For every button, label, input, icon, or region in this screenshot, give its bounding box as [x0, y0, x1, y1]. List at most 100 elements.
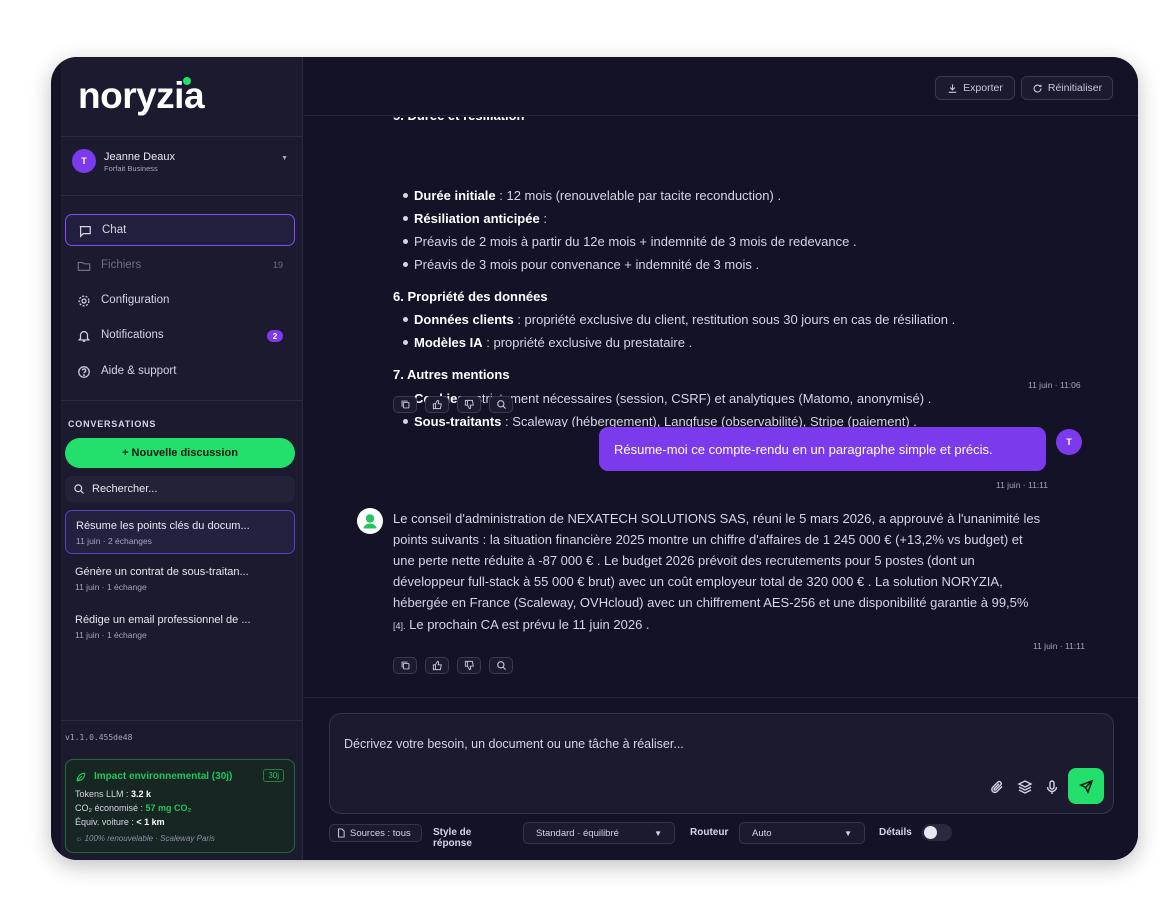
- line-text: Préavis de 3 mois pour convenance + inde…: [414, 257, 760, 272]
- user-message: Résume-moi ce compte-rendu en un paragra…: [599, 427, 1046, 471]
- line-text: : Scaleway (hébergement), Langfuse (obse…: [501, 414, 917, 427]
- paperclip-icon[interactable]: [989, 779, 1005, 795]
- bullet: [403, 216, 408, 221]
- message-timestamp: 11 juin · 11:06: [1028, 380, 1081, 390]
- eco-co2-value: 57 mg CO₂: [145, 803, 192, 813]
- message-line: Préavis de 2 mois à partir du 12e mois +…: [414, 231, 857, 252]
- toggle-knob: [924, 826, 937, 839]
- style-value: Standard · équilibré: [536, 827, 619, 839]
- send-icon: [1078, 779, 1093, 794]
- sidebar-item-configuration[interactable]: Configuration: [65, 285, 295, 317]
- line-key: Sous-traitants: [414, 414, 502, 427]
- dislike-button[interactable]: [457, 396, 481, 413]
- message-line: Données clients : propriété exclusive du…: [414, 309, 955, 330]
- message-line: Durée initiale : 12 mois (renouvelable p…: [414, 185, 781, 206]
- details-toggle[interactable]: [922, 824, 952, 841]
- conversation-item[interactable]: Rédige un email professionnel de ... 11 …: [65, 605, 295, 649]
- copy-button[interactable]: [393, 657, 417, 674]
- conversation-item[interactable]: Génère un contrat de sous-traitan... 11 …: [65, 557, 295, 601]
- bot-icon: [363, 514, 377, 529]
- message-timestamp: 11 juin · 11:11: [1033, 641, 1085, 651]
- dislike-button[interactable]: [457, 657, 481, 674]
- bullet: [403, 193, 408, 198]
- eco-tokens-label: Tokens LLM :: [75, 789, 132, 799]
- bullet: [403, 340, 408, 345]
- conversations-heading: CONVERSATIONS: [68, 419, 157, 429]
- leaf-icon: [76, 772, 86, 782]
- export-label: Exporter: [963, 82, 1003, 94]
- microphone-icon[interactable]: [1044, 779, 1060, 795]
- sidebar-item-notifications[interactable]: Notifications 2: [65, 320, 295, 352]
- chevron-down-icon: ▼: [844, 828, 852, 838]
- sidebar-item-label: Fichiers: [101, 259, 142, 271]
- sidebar-item-files[interactable]: Fichiers 19: [65, 250, 295, 282]
- conversation-item[interactable]: Résume les points clés du docum... 11 ju…: [65, 510, 295, 554]
- line-key: Données clients: [414, 312, 514, 327]
- divider: [61, 136, 303, 137]
- message-line: Préavis de 3 mois pour convenance + inde…: [414, 254, 759, 275]
- message-actions: [393, 396, 513, 413]
- style-select[interactable]: Standard · équilibré ▼: [523, 822, 675, 844]
- notification-badge: 2: [267, 330, 283, 342]
- eco-footer: ☼ 100% renouvelable · Scaleway Paris: [75, 834, 215, 843]
- line-key: Durée initiale: [414, 188, 496, 203]
- bullet: [403, 239, 408, 244]
- document-icon: [338, 828, 345, 838]
- line-text: : propriété exclusive du client, restitu…: [513, 312, 956, 327]
- user-menu[interactable]: T Jeanne Deaux Forfait Business ▼: [72, 149, 292, 175]
- style-label: Style de réponse: [433, 827, 472, 849]
- message-input[interactable]: Décrivez votre besoin, un document ou un…: [329, 713, 1114, 814]
- sidebar-item-label: Configuration: [101, 294, 170, 306]
- eco-co2: CO₂ économisé : 57 mg CO₂: [75, 803, 192, 813]
- message-line: développeur full-stack à 55 000 € brut) …: [393, 574, 1003, 589]
- eco-tokens-value: 3.2 k: [131, 789, 152, 799]
- details-label: Détails: [879, 827, 912, 838]
- conversation-name: Rédige un email professionnel de ...: [75, 614, 251, 626]
- router-value: Auto: [752, 827, 772, 839]
- composer-zone: Décrivez votre besoin, un document ou un…: [304, 697, 1138, 860]
- like-button[interactable]: [425, 396, 449, 413]
- layers-icon[interactable]: [1017, 779, 1033, 795]
- search-placeholder: Rechercher...: [92, 483, 158, 495]
- conversation-name: Résume les points clés du docum...: [76, 520, 250, 532]
- user-name: Jeanne Deaux: [104, 151, 175, 163]
- eco-title: Impact environnemental (30j): [94, 771, 233, 782]
- thumbs-down-icon: [464, 399, 474, 410]
- eco-period-badge: 30j: [263, 769, 284, 782]
- citation-link[interactable]: [4].: [393, 621, 406, 631]
- logo-dot: [183, 77, 191, 85]
- search-input[interactable]: Rechercher...: [65, 476, 295, 502]
- inspect-button[interactable]: [489, 396, 513, 413]
- sidebar-item-label: Chat: [102, 224, 127, 236]
- help-icon: [78, 366, 90, 378]
- inspect-button[interactable]: [489, 657, 513, 674]
- app-version: v1.1.0.455de48: [65, 733, 133, 742]
- message-line: Sous-traitants : Scaleway (hébergement),…: [414, 411, 917, 427]
- like-button[interactable]: [425, 657, 449, 674]
- message-line: points suivants : la situation financièr…: [393, 532, 1023, 547]
- send-button[interactable]: [1068, 768, 1104, 804]
- copy-button[interactable]: [393, 396, 417, 413]
- message-line: hébergée en France (Scaleway, OVHcloud) …: [393, 595, 1029, 610]
- chat-main: Exporter Réinitialiser 5. Durée et résil…: [304, 57, 1138, 860]
- sidebar-item-help[interactable]: Aide & support: [65, 356, 295, 388]
- divider: [61, 400, 303, 401]
- app-window: noryzia T Jeanne Deaux Forfait Business …: [51, 57, 1138, 860]
- message-timestamp: 11 juin · 11:11: [996, 480, 1048, 490]
- router-select[interactable]: Auto ▼: [739, 822, 865, 844]
- router-label: Routeur: [690, 827, 729, 838]
- export-button[interactable]: Exporter: [935, 76, 1015, 100]
- line-text: : propriété exclusive du prestataire .: [482, 335, 693, 350]
- refresh-icon: [1033, 84, 1042, 93]
- sidebar-item-chat[interactable]: Chat: [65, 214, 295, 246]
- line-key: Résiliation anticipée: [414, 211, 540, 226]
- assistant-message: 5. Durée et résiliation Durée initiale :…: [393, 117, 1093, 427]
- chevron-down-icon: ▼: [654, 828, 662, 838]
- search-icon: [74, 484, 84, 494]
- eco-co2-label: CO₂ économisé :: [75, 803, 146, 813]
- copy-icon: [401, 400, 409, 409]
- new-conversation-button[interactable]: + Nouvelle discussion: [65, 438, 295, 468]
- reset-button[interactable]: Réinitialiser: [1021, 76, 1113, 100]
- eco-car: Équiv. voiture : < 1 km: [75, 817, 165, 827]
- sources-chip[interactable]: Sources : tous: [329, 824, 422, 842]
